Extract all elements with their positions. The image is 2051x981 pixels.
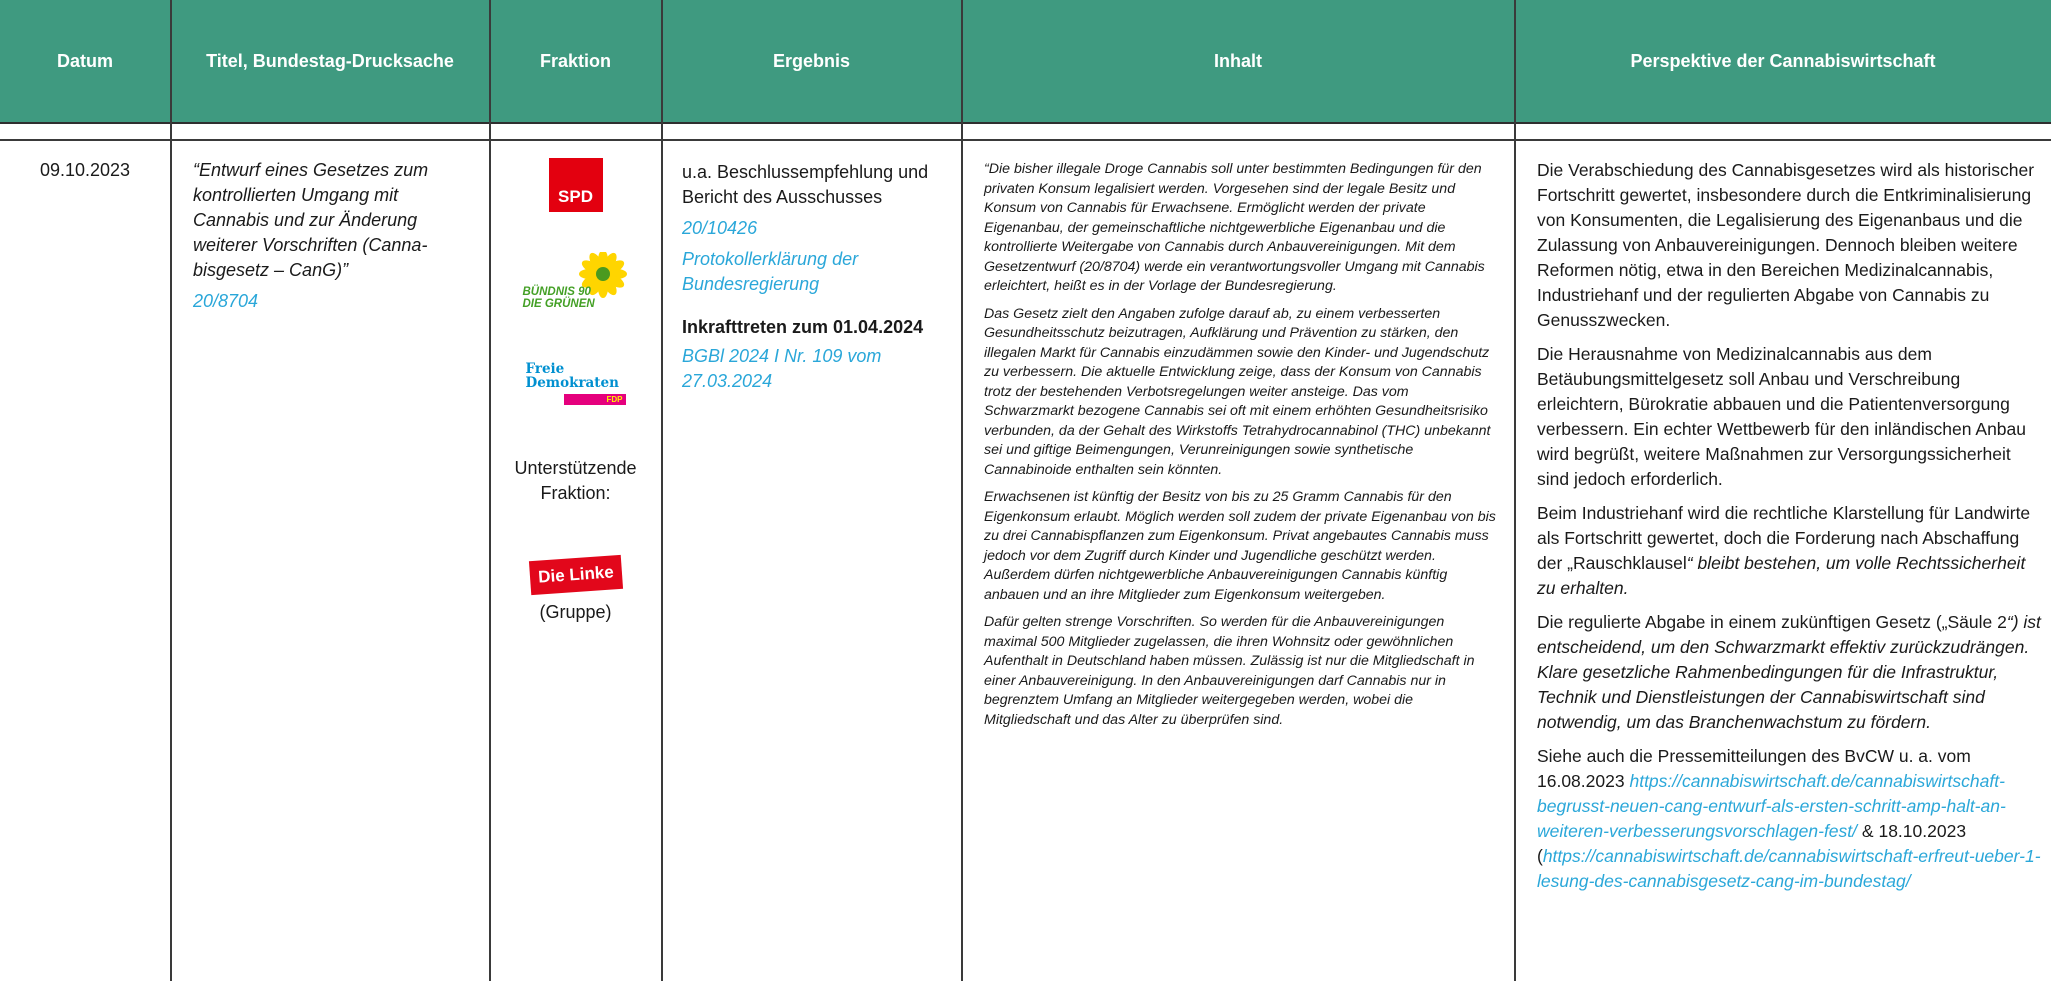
cell-fraktion: SPD BÜNDNIS 90 DIE GRÜNEN Freie Demokrat… (490, 140, 661, 623)
gruene-logo: BÜNDNIS 90 DIE GRÜNEN (517, 250, 635, 322)
gruene-line1: BÜNDNIS 90 (522, 286, 591, 298)
perspektive-paragraph: Beim Industriehanf wird die rechtliche K… (1537, 501, 2043, 601)
header-inhalt: Inhalt (1214, 50, 1262, 71)
spd-logo: SPD (548, 158, 603, 212)
fdp-bar: FDP (563, 394, 626, 405)
protokoll-link[interactable]: Protokollerklärung der Bundesregierung (682, 247, 949, 297)
inhalt-paragraph: “Die bisher illegale Droge Cannabis soll… (984, 161, 1485, 294)
ergebnis-text: u.a. Beschlussempfehlung und Bericht des… (682, 162, 929, 207)
cell-inhalt: “Die bisher illegale Droge Cannabis soll… (962, 140, 1514, 738)
header-perspektive: Perspektive der Cannabiswirtschaft (1630, 50, 1936, 71)
inhalt-paragraph: Das Gesetz zielt den Angaben zufolge dar… (984, 305, 1491, 478)
inhalt-paragraph: Erwachsenen ist künftig der Besitz von b… (984, 489, 1496, 603)
support-label: Unterstützende Fraktion: (514, 458, 637, 503)
spd-logo-text: SPD (558, 187, 593, 206)
linke-logo-text: Die Linke (537, 562, 614, 587)
fdp-line1: Freie (525, 361, 565, 377)
linke-logo: Die Linke (528, 554, 623, 596)
press-amp: & (1861, 821, 1874, 841)
drucksache-link[interactable]: 20/8704 (193, 289, 475, 314)
header-fraktion: Fraktion (539, 50, 611, 71)
perspektive-text: Die regulierte Abgabe in einem zukünftig… (1537, 612, 2007, 632)
fdp-line2: Demokraten (525, 375, 619, 391)
header-divider (0, 122, 2051, 124)
inkraft-text: Inkrafttreten zum 01.04.2024 (682, 317, 924, 337)
perspektive-paragraph: Die Herausnahme von Medizinalcannabis au… (1537, 344, 2027, 489)
perspektive-paragraph: Die Verabschiedung des Cannabisgesetzes … (1537, 160, 2035, 330)
perspektive-paragraph: Die regulierte Abgabe in einem zukünftig… (1537, 610, 2043, 735)
perspektive-paragraph: Siehe auch die Pressemitteilungen des Bv… (1537, 744, 2043, 894)
press-link-2[interactable]: https://cannabiswirtschaft.de/cannabiswi… (1537, 846, 2041, 891)
header-datum: Datum (56, 50, 113, 71)
inhalt-paragraph: Dafür gelten strenge Vorschriften. So we… (984, 614, 1475, 728)
cell-ergebnis: u.a. Beschlussempfehlung und Bericht des… (662, 140, 961, 394)
header-titel: Titel, Bundestag-Drucksache (206, 50, 454, 71)
fdp-logo: Freie Demokraten FDP (526, 362, 626, 410)
bill-title: “Entwurf eines Gesetzes zum kontrolliert… (193, 160, 429, 280)
cell-titel: “Entwurf eines Gesetzes zum kontrolliert… (171, 140, 489, 314)
gruene-line2: DIE GRÜNEN (522, 298, 595, 310)
header-ergebnis: Ergebnis (772, 50, 851, 71)
bgbl-link[interactable]: BGBl 2024 I Nr. 109 vom 27.03.2024 (682, 344, 949, 394)
cell-datum: 09.10.2023 (39, 160, 131, 180)
beschluss-link[interactable]: 20/10426 (682, 216, 949, 241)
gruppe-label: (Gruppe) (539, 602, 612, 622)
cell-perspektive: Die Verabschiedung des Cannabisgesetzes … (1515, 140, 2051, 903)
gruene-wordmark: BÜNDNIS 90 DIE GRÜNEN (523, 286, 595, 310)
